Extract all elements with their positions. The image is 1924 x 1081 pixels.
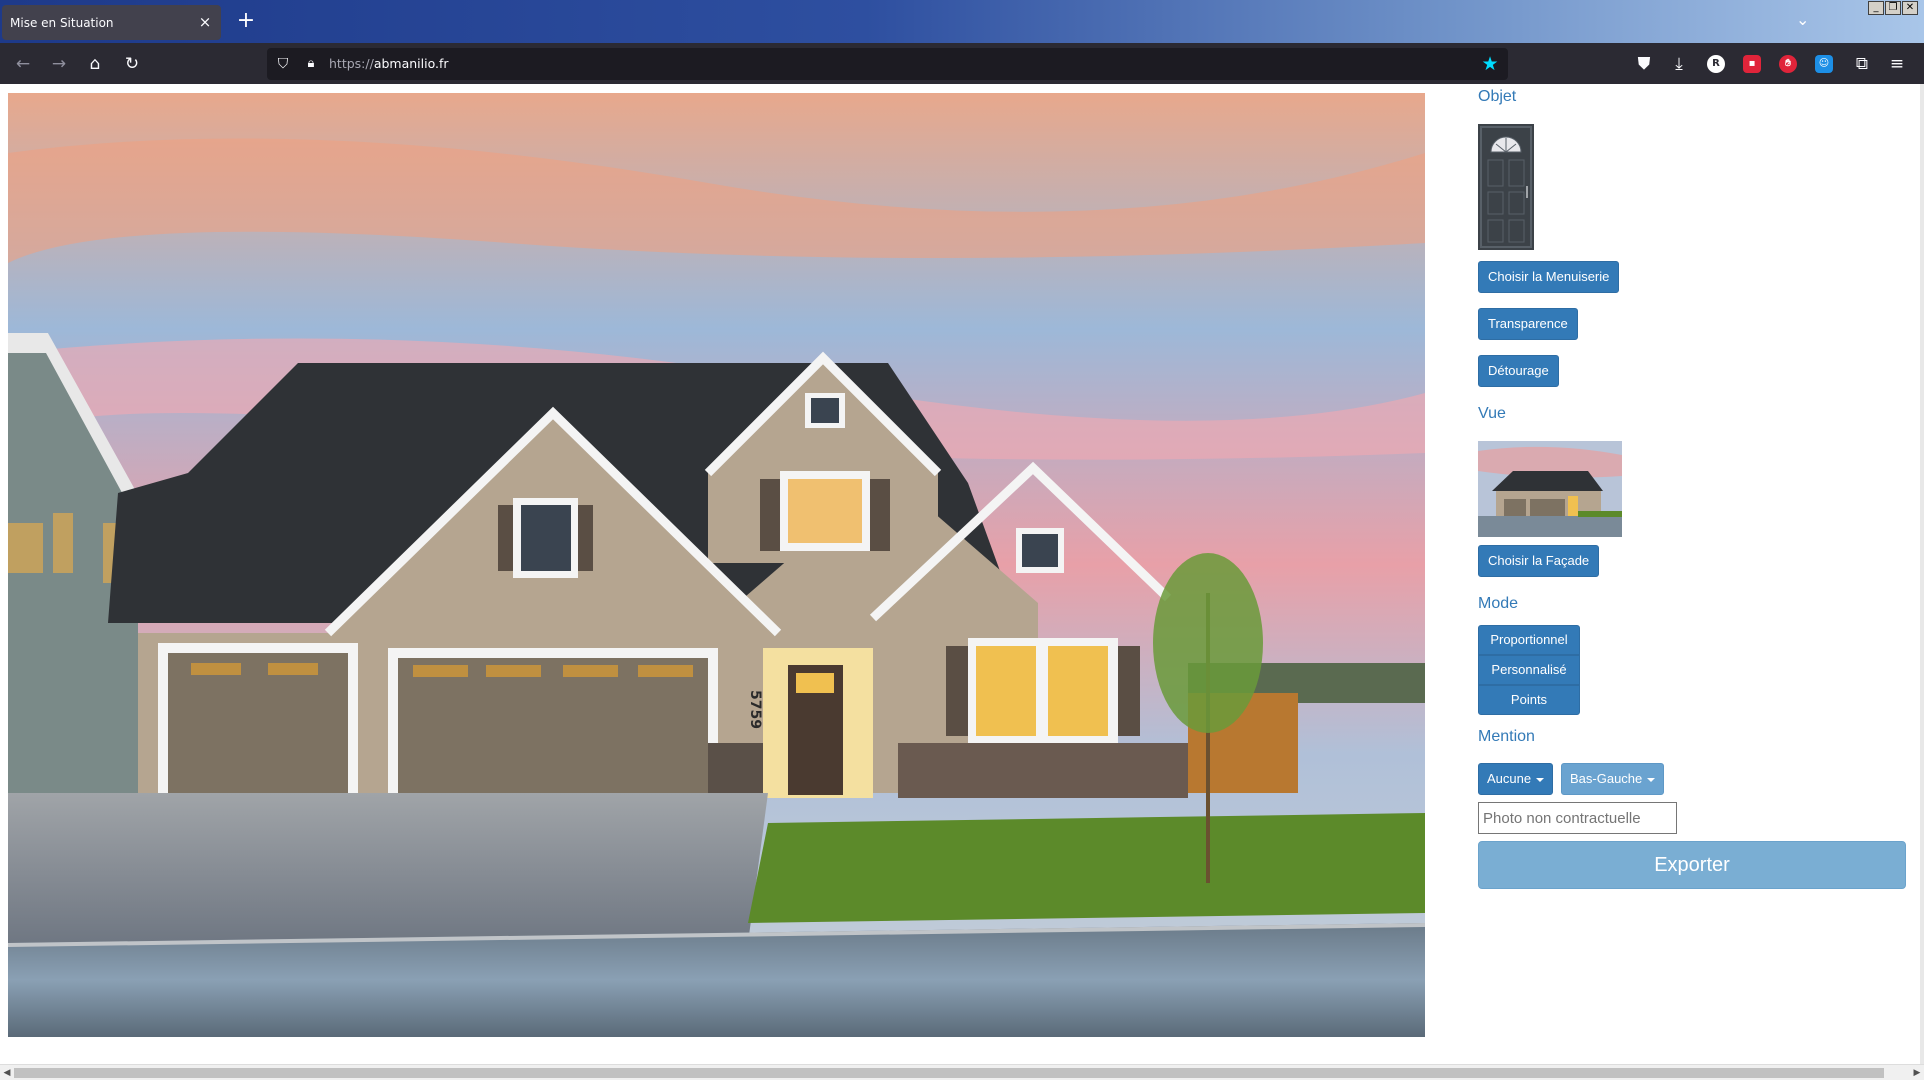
mode-points-button[interactable]: Points <box>1478 685 1580 715</box>
choose-joinery-button[interactable]: Choisir la Menuiserie <box>1478 261 1620 293</box>
browser-tab[interactable]: Mise en Situation × <box>2 5 221 40</box>
pocket-icon[interactable]: ⛊ <box>1633 53 1655 75</box>
facade-thumbnail[interactable] <box>1478 441 1622 537</box>
navigation-toolbar: ← → ⌂ ↻ ⛉ 🔒︎ https://abmanilio.fr ★ ⛊ ⤓ … <box>0 43 1924 84</box>
extension-r-icon[interactable]: R <box>1707 55 1725 73</box>
forward-arrow-icon[interactable]: → <box>48 53 70 75</box>
window-close-icon[interactable]: ✕ <box>1902 1 1918 15</box>
url-host: abmanilio.fr <box>373 56 449 71</box>
caret-down-icon <box>1536 777 1545 782</box>
mode-custom-button[interactable]: Personnalisé <box>1478 655 1580 685</box>
menu-hamburger-icon[interactable]: ≡ <box>1886 53 1908 75</box>
mention-text-input[interactable] <box>1478 802 1677 834</box>
page-content: 5759 Objet Choisir la Menuiserie Transpa… <box>0 84 1924 1067</box>
mode-button-group: Proportionnel Personnalisé Points <box>1478 625 1580 715</box>
caret-down-icon <box>1647 777 1656 782</box>
mention-position-dropdown[interactable]: Bas-Gauche <box>1561 763 1665 795</box>
reload-icon[interactable]: ↻ <box>121 53 143 75</box>
tab-bar: Mise en Situation × + ⌄ _ ❐ ✕ <box>0 0 1924 43</box>
scroll-left-arrow-icon[interactable]: ◀ <box>0 1065 14 1081</box>
objet-label: Objet <box>1478 88 1517 105</box>
extensions-puzzle-icon[interactable]: ⧉ <box>1851 53 1873 75</box>
url-text[interactable]: https://abmanilio.fr <box>329 56 449 71</box>
back-arrow-icon[interactable]: ← <box>12 53 34 75</box>
clipping-button[interactable]: Détourage <box>1478 355 1559 387</box>
tab-title: Mise en Situation <box>10 15 114 30</box>
extension-lock-icon[interactable]: ▪ <box>1743 55 1761 73</box>
door-thumbnail[interactable] <box>1478 124 1534 250</box>
mention-position-value: Bas-Gauche <box>1570 771 1643 786</box>
tab-close-icon[interactable]: × <box>197 13 213 31</box>
downloads-icon[interactable]: ⤓ <box>1668 53 1690 75</box>
mention-label: Mention <box>1478 728 1535 745</box>
window-restore-icon[interactable]: ❐ <box>1885 1 1901 15</box>
scene-preview[interactable]: 5759 <box>8 93 1425 1037</box>
scroll-right-arrow-icon[interactable]: ▶ <box>1910 1065 1924 1081</box>
address-bar[interactable]: ⛉ 🔒︎ https://abmanilio.fr ★ <box>267 48 1508 80</box>
new-tab-button[interactable]: + <box>234 8 258 34</box>
list-all-tabs-chevron-icon[interactable]: ⌄ <box>1796 10 1809 29</box>
vue-label: Vue <box>1478 405 1506 422</box>
house-number: 5759 <box>747 690 763 729</box>
mention-type-value: Aucune <box>1487 771 1532 786</box>
settings-panel: Objet Choisir la Menuiserie Transparence… <box>1478 84 1908 1044</box>
mode-proportional-button[interactable]: Proportionnel <box>1478 625 1580 655</box>
transparency-button[interactable]: Transparence <box>1478 308 1578 340</box>
export-button[interactable]: Exporter <box>1478 841 1906 889</box>
bookmark-star-icon[interactable]: ★ <box>1478 52 1502 76</box>
vertical-scrollbar[interactable] <box>1920 84 1924 1064</box>
horizontal-scrollbar[interactable]: ◀ ▶ <box>0 1064 1924 1080</box>
url-scheme: https:// <box>329 56 374 71</box>
mode-label: Mode <box>1478 595 1519 612</box>
scrollbar-thumb[interactable] <box>14 1068 1884 1078</box>
tracking-shield-icon[interactable]: ⛉ <box>273 54 293 74</box>
lock-icon[interactable]: 🔒︎ <box>301 54 321 74</box>
mention-type-dropdown[interactable]: Aucune <box>1478 763 1554 795</box>
extension-ghost-icon[interactable]: ☺ <box>1815 55 1833 73</box>
window-minimize-icon[interactable]: _ <box>1868 1 1884 15</box>
home-icon[interactable]: ⌂ <box>84 53 106 75</box>
extension-hand-icon[interactable]: ✋︎ <box>1779 55 1797 73</box>
choose-facade-button[interactable]: Choisir la Façade <box>1478 545 1600 577</box>
